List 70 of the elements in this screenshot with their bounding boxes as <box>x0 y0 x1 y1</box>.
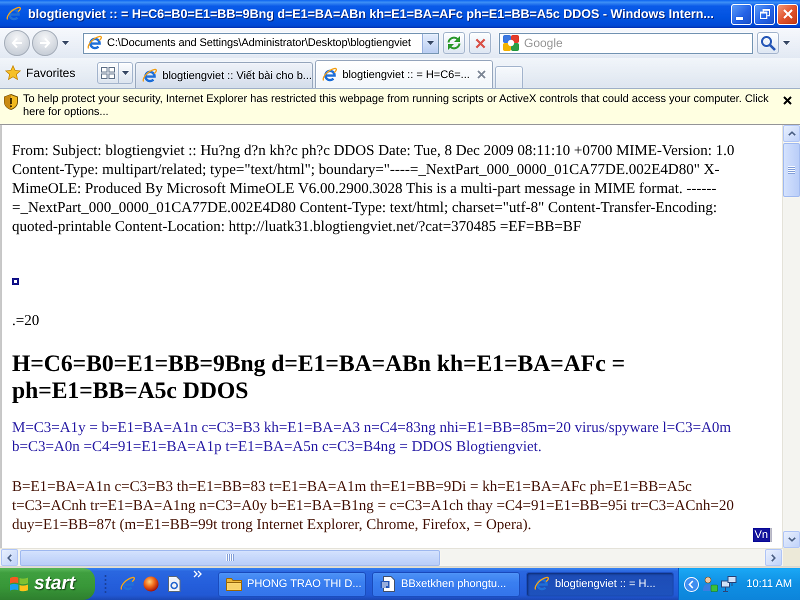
restore-icon <box>760 9 770 19</box>
clock: 10:11 AM <box>746 578 792 590</box>
star-icon <box>5 65 21 81</box>
scroll-right-button[interactable] <box>765 549 782 566</box>
stop-button[interactable] <box>469 32 491 54</box>
minimize-button[interactable] <box>731 4 752 24</box>
search-button[interactable] <box>757 32 779 54</box>
left-arrow-icon <box>11 37 23 49</box>
caret-icon <box>62 41 68 45</box>
paragraph: M=C3=A1y = b=E1=BA=A1n c=C3=B3 kh=E1=BA=A3 n=C4=83ng nhi=E1=BB=85m=20 virus/spyware l=C3=A0m b=C3=A0n =C4=91=E1=BA=A1p t=E1=BA=A5n c=C3=B4ng = DDOS Blogtiengviet. <box>12 419 732 457</box>
restore-button[interactable] <box>754 4 775 24</box>
search-icon <box>760 35 776 51</box>
close-icon[interactable] <box>783 96 792 105</box>
refresh-button[interactable] <box>443 32 465 54</box>
paragraph: B=E1=BA=A1n c=C3=B3 th=E1=BB=83 t=E1=BA=A1m th=E1=BB=9Di = kh=E1=BA=AFc ph=E1=BB=A5c t=C3=ACnh tr=E1=BA=A1ng n=C3=A0y b=E1=BA=B1ng = c=C3=A1ch thay =C4=91=E1=BB=95i tr=C3=ACnh=20 duy=E1=BB=87t (m=E1=BB=99t trong Internet Explorer, Chrome, Firefox, = Opera). <box>12 478 735 535</box>
e-logo-icon <box>322 66 338 82</box>
favorites-button[interactable]: Favorites <box>5 62 76 84</box>
scroll-down-button[interactable] <box>783 531 800 548</box>
e-logo-icon[interactable] <box>120 576 136 592</box>
folder-icon <box>226 576 242 592</box>
square-icon <box>12 278 19 285</box>
double-chevron-icon[interactable] <box>193 570 202 578</box>
scroll-left-button[interactable] <box>1 549 18 566</box>
flag-icon <box>9 575 29 593</box>
e-logo-icon <box>534 576 550 592</box>
scroll-up-button[interactable] <box>783 125 800 142</box>
start-button[interactable]: start <box>0 568 95 600</box>
address-dropdown-button[interactable] <box>422 34 438 52</box>
close-icon <box>782 9 792 19</box>
caret-icon <box>122 71 130 75</box>
taskbar-button[interactable]: blogtiengviet :: = H... <box>526 572 674 596</box>
grip-icon <box>104 574 107 594</box>
taskbar-button[interactable]: BBxetkhen phongtu... <box>372 572 520 596</box>
caret-icon <box>782 41 790 45</box>
e-logo-icon <box>142 68 158 84</box>
shield-icon <box>4 94 18 110</box>
tab[interactable]: blogtiengviet :: = H=C6=... <box>315 60 494 88</box>
horizontal-scrollbar[interactable] <box>0 548 783 566</box>
chevron-left-icon[interactable] <box>684 576 699 592</box>
address-field[interactable]: C:\Documents and Settings\Administrator\Desktop\blogtiengviet <box>83 32 439 54</box>
grid-icon <box>101 67 116 79</box>
scroll-thumb[interactable] <box>783 143 800 197</box>
info-message[interactable]: To help protect your security, Internet Explorer has restricted this webpage from running scripts or ActiveX controls that could access your computer. Click here for options... <box>23 93 778 119</box>
body-text: .=20 <box>12 312 40 331</box>
tile-logo-icon <box>503 34 519 50</box>
minimize-icon <box>736 17 742 20</box>
tab[interactable]: blogtiengviet :: Viết bài cho b... <box>135 62 314 88</box>
close-button[interactable] <box>777 4 798 24</box>
right-arrow-icon <box>39 37 51 49</box>
taskbar-button[interactable]: PHONG TRAO THI D... <box>218 572 366 596</box>
search-field[interactable]: Google <box>499 32 753 54</box>
e-logo-icon <box>87 35 103 51</box>
vertical-scrollbar[interactable] <box>782 125 800 548</box>
e-logo-icon <box>6 6 22 22</box>
document-icon <box>380 576 396 592</box>
page-icon[interactable] <box>166 576 182 592</box>
header-text: From: Subject: blogtiengviet :: Hu?ng d?n kh?c ph?c DDOS Date: Tue, 8 Dec 2009 08:11:10 +0700 MIME-Version: 1.0 Content-Type: multipart/related; type="text/html"; boundary="----=_NextPart_000_0000_01CA77DE.002E4D80" X-MimeOLE: Produced By Microsoft MimeOLE V6.00.2900.3028 This is a multi-part message in MIME format. ------=_NextPart_000_0000_01CA77DE.002E4D80 Content-Type: text/html; charset="utf-8" Content-Transfer-Encoding: quoted-printable Content-Location: http://luatk31.blogtiengviet.net/?cat=370485 =EF=BB=BF <box>12 142 736 237</box>
user-icon[interactable] <box>702 576 718 592</box>
window-title: blogtiengviet :: = H=C6=B0=E1=BB=9Bng d=E1=BA=ABn kh=E1=BA=AFc ph=E1=BB=A5c DDOS - Windows Intern... <box>28 7 715 21</box>
network-icon[interactable] <box>721 576 737 592</box>
refresh-icon <box>446 35 462 51</box>
article-heading: H=C6=B0=E1=BB=9Bng d=E1=BA=ABn kh=E1=BA=AFc = ph=E1=BB=A5c DDOS <box>12 351 626 405</box>
language-indicator[interactable]: Vn <box>752 528 772 542</box>
caret-icon <box>427 41 434 45</box>
ball-icon[interactable] <box>143 576 159 592</box>
scroll-thumb[interactable] <box>20 550 440 566</box>
cross-icon <box>474 38 486 48</box>
scrollbar-corner <box>783 548 800 566</box>
quick-tabs-button[interactable] <box>97 62 120 84</box>
tab-list-button[interactable] <box>119 62 134 84</box>
